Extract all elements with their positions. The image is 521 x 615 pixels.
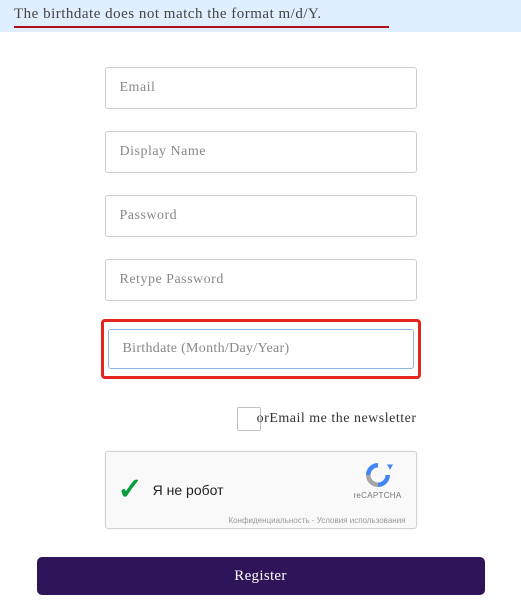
recaptcha-widget[interactable]: ✓ Я не робот reCAPTCHA Конфиденциальност… [105, 451, 417, 529]
display-name-field[interactable] [105, 131, 417, 173]
newsletter-row: orEmail me the newsletter [105, 407, 417, 431]
recaptcha-icon [363, 460, 393, 490]
password-field[interactable] [105, 195, 417, 237]
recaptcha-logo: reCAPTCHA [350, 460, 406, 500]
birthdate-highlight [101, 319, 421, 379]
birthdate-field[interactable] [108, 329, 414, 369]
register-form: orEmail me the newsletter ✓ Я не робот r… [0, 32, 521, 557]
error-message: The birthdate does not match the format … [14, 6, 389, 28]
newsletter-label: orEmail me the newsletter [257, 411, 417, 427]
checkmark-icon: ✓ [118, 475, 143, 505]
email-field[interactable] [105, 67, 417, 109]
register-button[interactable]: Register [37, 557, 485, 595]
retype-password-field[interactable] [105, 259, 417, 301]
error-banner: The birthdate does not match the format … [0, 0, 521, 32]
recaptcha-terms: Конфиденциальность - Условия использован… [228, 516, 405, 525]
recaptcha-label: Я не робот [153, 482, 224, 498]
recaptcha-brand: reCAPTCHA [353, 491, 401, 500]
